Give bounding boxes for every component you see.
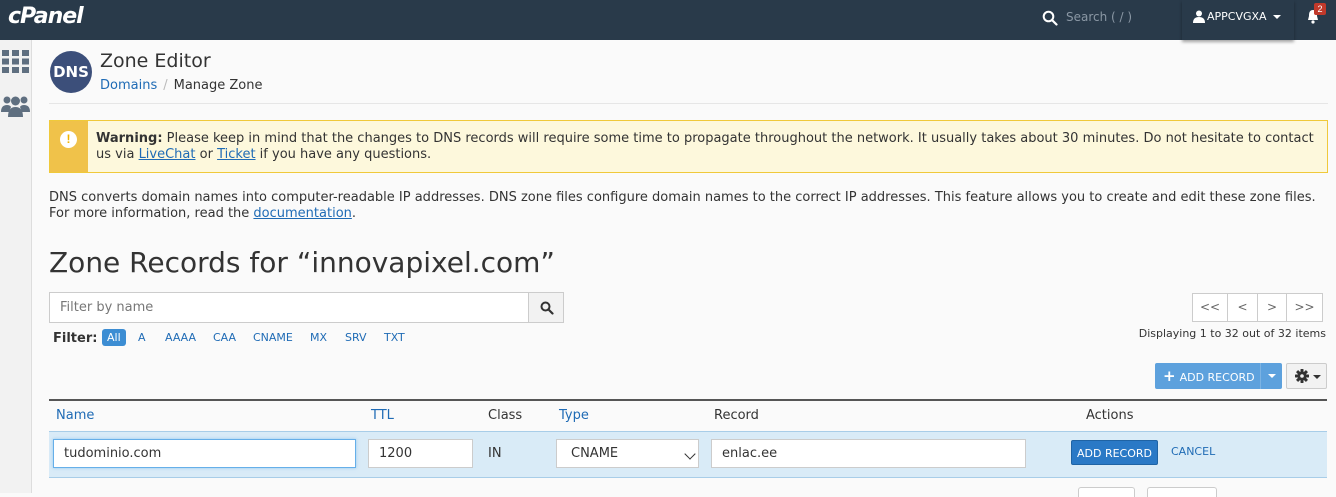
- warning-strip: !: [50, 121, 88, 172]
- save-record-button[interactable]: ADD RECORD: [1071, 440, 1158, 465]
- divider: [49, 103, 1328, 104]
- pagination: << < > >>: [1192, 293, 1323, 322]
- top-navbar: cPanel Search ( / ) APPCVGXA 2: [0, 0, 1336, 40]
- gear-icon: [1295, 369, 1309, 383]
- column-header-class: Class: [488, 408, 523, 423]
- column-header-name[interactable]: Name: [56, 408, 94, 423]
- warning-callout: ! Warning: Please keep in mind that the …: [49, 120, 1328, 173]
- displaying-count: Displaying 1 to 32 out of 32 items: [1138, 327, 1326, 340]
- first-page-button[interactable]: <<: [1192, 293, 1228, 322]
- settings-dropdown-button[interactable]: [1286, 363, 1327, 389]
- column-header-ttl[interactable]: TTL: [371, 408, 394, 423]
- breadcrumb-domains-link[interactable]: Domains: [100, 78, 157, 93]
- filter-mx[interactable]: MX: [310, 331, 327, 344]
- cancel-button[interactable]: CANCEL: [1171, 445, 1215, 458]
- breadcrumb-current: Manage Zone: [173, 78, 263, 93]
- warning-text-part-2: or: [195, 147, 218, 162]
- search-icon[interactable]: [1042, 10, 1058, 26]
- last-page-button[interactable]: >>: [1286, 293, 1323, 322]
- filter-aaaa[interactable]: AAAA: [165, 331, 196, 344]
- row-action-button[interactable]: [1147, 487, 1217, 497]
- filter-label: Filter:: [53, 331, 98, 346]
- description: DNS converts domain names into computer-…: [49, 190, 1329, 222]
- column-header-actions: Actions: [1086, 408, 1134, 423]
- plus-icon: +: [1163, 367, 1176, 385]
- cpanel-logo[interactable]: cPanel: [8, 4, 84, 29]
- user-icon: [1193, 10, 1205, 23]
- chevron-down-icon[interactable]: [1273, 15, 1281, 19]
- breadcrumb: Domains / Manage Zone: [100, 78, 262, 93]
- description-end: .: [351, 206, 357, 221]
- column-header-record: Record: [714, 408, 759, 423]
- add-record-label: ADD RECORD: [1179, 371, 1255, 384]
- notification-badge: 2: [1314, 3, 1326, 15]
- zone-records-title: Zone Records for “innovapixel.com”: [49, 246, 555, 279]
- description-text: DNS converts domain names into computer-…: [49, 190, 1316, 221]
- breadcrumb-separator: /: [163, 78, 168, 93]
- username[interactable]: APPCVGXA: [1207, 10, 1267, 23]
- add-record-button[interactable]: + ADD RECORD: [1155, 363, 1260, 389]
- filter-srv[interactable]: SRV: [345, 331, 367, 344]
- add-record-dropdown-button[interactable]: [1260, 363, 1282, 389]
- ticket-link[interactable]: Ticket: [217, 147, 255, 162]
- filter-by-name-input[interactable]: [49, 292, 529, 323]
- warning-label: Warning:: [96, 131, 163, 146]
- record-name-input[interactable]: tudominio.com: [53, 439, 356, 468]
- filter-search-button[interactable]: [528, 292, 564, 323]
- warning-text: Warning: Please keep in mind that the ch…: [96, 131, 1316, 163]
- page-title: Zone Editor: [100, 50, 211, 72]
- row-action-button[interactable]: [1078, 487, 1135, 497]
- record-ttl-input[interactable]: 1200: [368, 439, 473, 468]
- record-value-input[interactable]: enlac.ee: [711, 439, 1026, 468]
- filter-txt[interactable]: TXT: [384, 331, 405, 344]
- record-type-select[interactable]: CNAME: [556, 439, 699, 468]
- filter-cname[interactable]: CNAME: [253, 331, 293, 344]
- filter-caa[interactable]: CAA: [213, 331, 236, 344]
- exclamation-icon: !: [60, 131, 77, 148]
- documentation-link[interactable]: documentation: [253, 206, 351, 221]
- search-input[interactable]: Search ( / ): [1066, 10, 1132, 24]
- zone-editor-logo: DNS: [50, 51, 92, 93]
- column-header-type[interactable]: Type: [559, 408, 589, 423]
- filter-a[interactable]: A: [138, 331, 146, 344]
- chevron-down-icon: [1313, 375, 1321, 379]
- table-header-border: [49, 399, 1327, 401]
- next-page-button[interactable]: >: [1257, 293, 1287, 322]
- livechat-link[interactable]: LiveChat: [139, 147, 196, 162]
- search-icon: [540, 301, 554, 315]
- record-class: IN: [488, 446, 502, 461]
- previous-page-button[interactable]: <: [1227, 293, 1258, 322]
- filter-all[interactable]: All: [102, 329, 126, 346]
- users-icon[interactable]: [0, 94, 31, 118]
- warning-text-part-3: if you have any questions.: [255, 147, 432, 162]
- apps-grid-icon[interactable]: [2, 50, 29, 73]
